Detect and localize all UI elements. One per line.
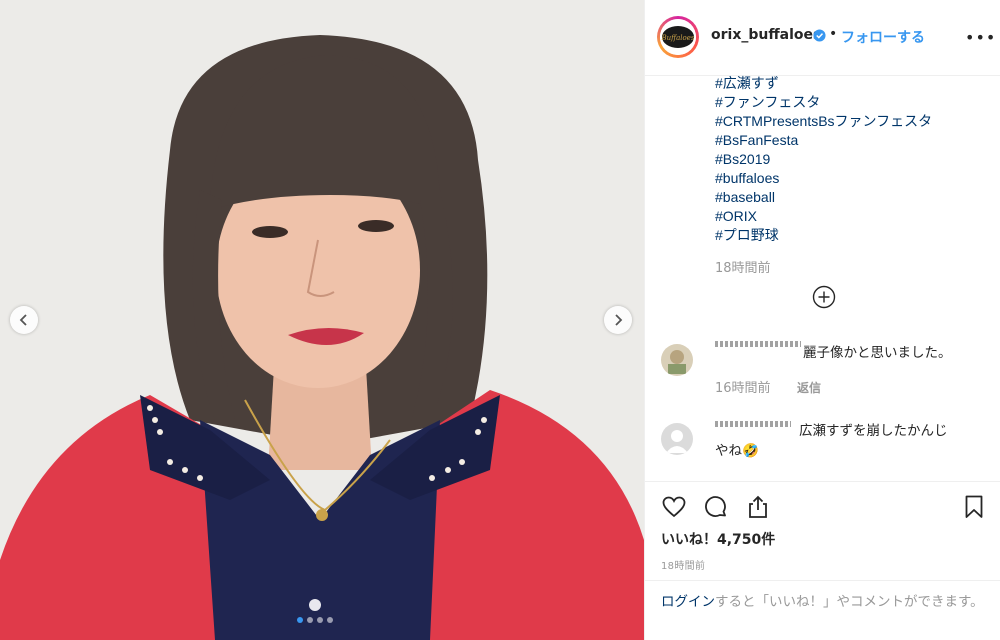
- like-count[interactable]: いいね！4,750件: [661, 529, 775, 549]
- hashtag-link[interactable]: #buffaloes: [715, 169, 932, 188]
- comment-text-continuation: やね🤣: [715, 443, 759, 459]
- commenter-avatar-image: [661, 344, 693, 376]
- next-image-button[interactable]: [604, 306, 632, 334]
- hashtag-link[interactable]: #プロ野球: [715, 226, 932, 245]
- load-more-comments-icon[interactable]: [812, 285, 836, 309]
- follow-button[interactable]: フォローする: [841, 27, 925, 47]
- share-icon[interactable]: [745, 494, 771, 520]
- default-avatar-icon: [661, 423, 693, 455]
- hashtag-link[interactable]: #Bs2019: [715, 150, 932, 169]
- more-options-icon[interactable]: •••: [965, 28, 996, 47]
- separator: •: [829, 26, 838, 42]
- commenter-avatar[interactable]: [661, 344, 693, 376]
- carousel-dot: [317, 617, 323, 623]
- caption-timestamp: 18時間前: [715, 261, 771, 276]
- team-logo-icon: Buffaloes: [660, 19, 696, 55]
- carousel-dot: [297, 617, 303, 623]
- chevron-right-icon: [615, 314, 623, 326]
- previous-image-button[interactable]: [10, 306, 38, 334]
- hashtag-link[interactable]: #BsFanFesta: [715, 131, 932, 150]
- comment-text: 麗子像かと思いました。: [803, 345, 952, 361]
- svg-text:Buffaloes: Buffaloes: [661, 34, 695, 42]
- bookmark-icon[interactable]: [961, 494, 987, 520]
- carousel-dot: [307, 617, 313, 623]
- carousel-indicator: [297, 617, 333, 623]
- hashtag-link[interactable]: #baseball: [715, 188, 932, 207]
- verified-badge-icon: [813, 29, 826, 42]
- comment-text: 広瀬すずを崩したかんじ: [799, 423, 948, 439]
- avatar[interactable]: Buffaloes: [660, 19, 696, 55]
- reply-button[interactable]: 返信: [797, 379, 821, 396]
- commenter-username-redacted[interactable]: [715, 421, 791, 427]
- hashtag-link[interactable]: #CRTMPresentsBsファンフェスタ: [715, 112, 932, 131]
- comment-icon[interactable]: [703, 494, 729, 520]
- post-header: Buffaloes orix_buffaloes • フォローする •••: [645, 0, 1000, 76]
- commenter-username-redacted[interactable]: [715, 341, 801, 347]
- commenter-avatar[interactable]: [661, 423, 693, 455]
- heart-icon[interactable]: [661, 494, 687, 520]
- post-side-panel: Buffaloes orix_buffaloes • フォローする ••• #広…: [644, 0, 1000, 640]
- portrait-image: [0, 0, 644, 640]
- carousel-dot: [327, 617, 333, 623]
- hashtag-link[interactable]: #広瀬すず: [715, 74, 932, 93]
- hashtag-list: #広瀬すず #ファンフェスタ #CRTMPresentsBsファンフェスタ #B…: [715, 74, 932, 245]
- comment-timestamp: 16時間前: [715, 381, 771, 396]
- hashtag-link[interactable]: #ORIX: [715, 207, 932, 226]
- post-timestamp: 18時間前: [661, 561, 706, 572]
- login-prompt-text: すると「いいね！」やコメントができます。: [715, 594, 984, 610]
- username[interactable]: orix_buffaloes: [711, 27, 821, 43]
- login-divider: [645, 580, 1000, 581]
- login-prompt: ログインすると「いいね！」やコメントができます。: [661, 592, 991, 612]
- post-photo[interactable]: [0, 0, 644, 640]
- login-link[interactable]: ログイン: [661, 594, 715, 610]
- hashtag-link[interactable]: #ファンフェスタ: [715, 93, 932, 112]
- actions-divider: [645, 481, 1000, 483]
- chevron-left-icon: [19, 314, 27, 326]
